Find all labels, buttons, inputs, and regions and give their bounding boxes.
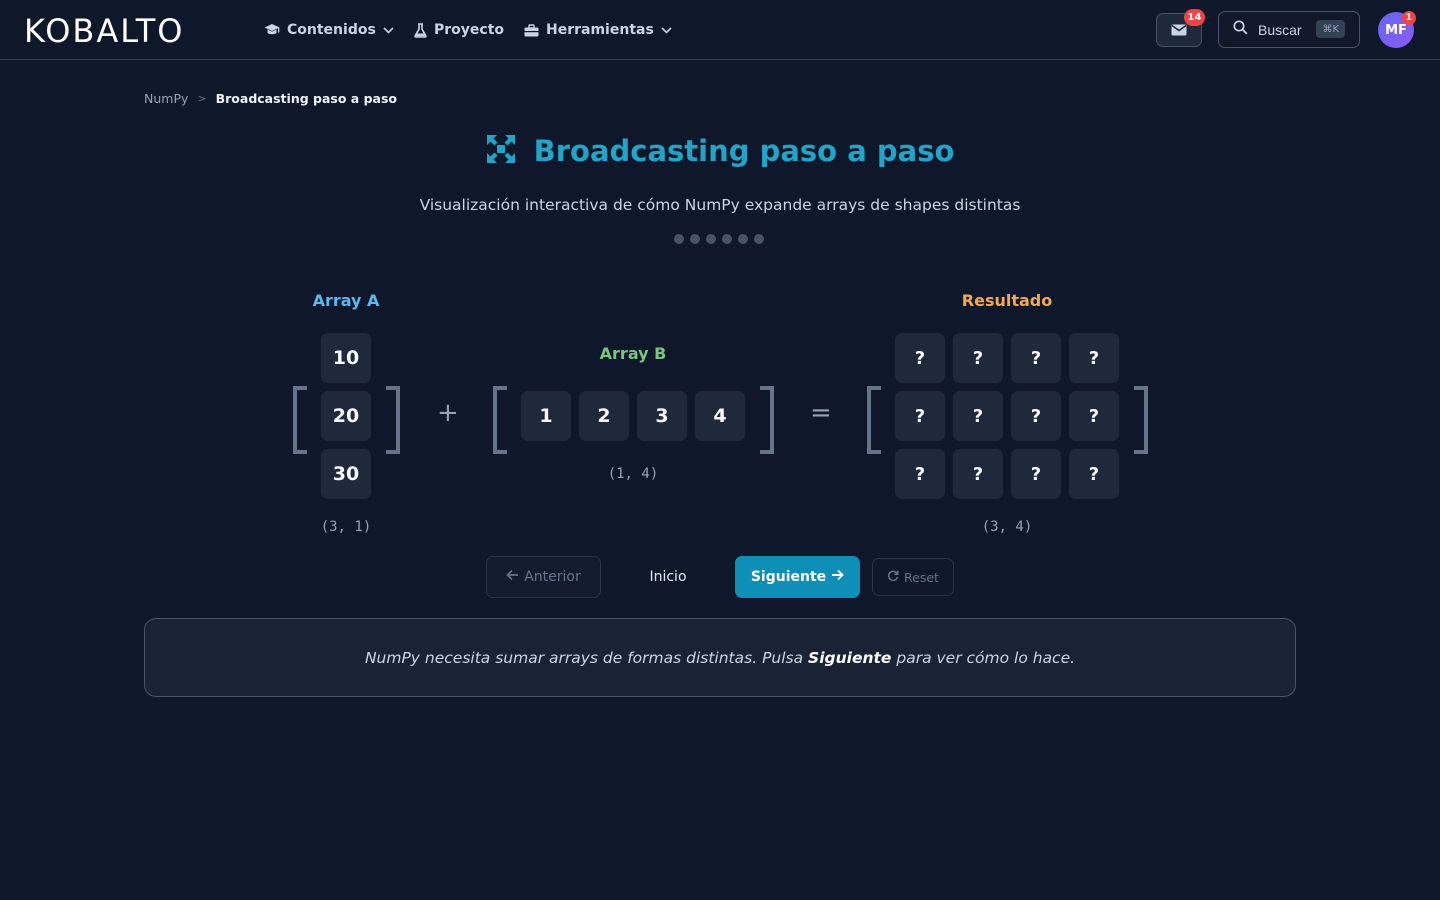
top-navbar: KOBALTO Contenidos Proyecto Herramientas… (0, 0, 1440, 60)
step-indicator (674, 234, 764, 244)
next-label: Siguiente (750, 569, 827, 585)
page-title: Broadcasting paso a paso (533, 134, 955, 168)
result-label: Resultado (961, 291, 1053, 310)
search-icon (1233, 20, 1248, 39)
step-dot[interactable] (706, 234, 716, 244)
search-label: Buscar (1258, 21, 1302, 38)
notification-badge: 1 (1402, 11, 1416, 25)
search-button[interactable]: Buscar ⌘K (1218, 11, 1360, 48)
nav-herramientas-label: Herramientas (546, 22, 654, 38)
logo[interactable]: KOBALTO (24, 12, 184, 50)
arrow-left-icon (506, 569, 519, 585)
nav-contenidos-label: Contenidos (287, 22, 376, 38)
array-a-cell: 10 (321, 333, 371, 383)
result-left-bracket (867, 386, 881, 454)
chevron-down-icon (661, 26, 672, 34)
chevron-down-icon (383, 26, 394, 34)
array-a-label: Array A (312, 291, 380, 310)
array-a-right-bracket (386, 386, 400, 454)
explanation-highlight: Siguiente (808, 648, 892, 667)
result-cell: ? (1011, 391, 1061, 441)
reset-button[interactable]: Reset (872, 558, 954, 596)
search-shortcut: ⌘K (1316, 20, 1345, 38)
next-button[interactable]: Siguiente (735, 556, 860, 598)
step-dot[interactable] (674, 234, 684, 244)
expand-arrows-icon (486, 134, 516, 168)
messages-button[interactable]: 14 (1156, 9, 1205, 47)
nav-proyecto-label: Proyecto (434, 22, 505, 38)
flask-icon (414, 22, 427, 38)
start-button[interactable]: Inicio (634, 556, 702, 598)
arrow-right-icon (831, 569, 844, 585)
nav-contenidos[interactable]: Contenidos (264, 19, 394, 41)
title-row: Broadcasting paso a paso (0, 134, 1440, 168)
result-shape: (3, 4) (981, 519, 1033, 535)
breadcrumb-numpy[interactable]: NumPy (144, 91, 188, 106)
plus-operator: + (437, 398, 459, 428)
array-b-shape: (1, 4) (607, 466, 659, 482)
graduation-cap-icon (264, 23, 280, 37)
previous-label: Anterior (524, 569, 581, 585)
array-b-left-bracket (493, 386, 507, 454)
result-right-bracket (1134, 386, 1148, 454)
messages-count-badge: 14 (1184, 9, 1205, 26)
breadcrumb-current: Broadcasting paso a paso (215, 91, 397, 106)
envelope-icon (1171, 21, 1187, 40)
equals-operator: = (810, 398, 832, 428)
refresh-icon (887, 570, 899, 585)
result-cell: ? (953, 449, 1003, 499)
previous-button[interactable]: Anterior (486, 556, 601, 598)
nav-herramientas[interactable]: Herramientas (524, 19, 672, 41)
result-cell: ? (1011, 333, 1061, 383)
array-b-cell: 1 (521, 391, 571, 441)
explanation-text-start: NumPy necesita sumar arrays de formas di… (364, 648, 809, 667)
array-b-cell: 4 (695, 391, 745, 441)
array-a-shape: (3, 1) (320, 519, 372, 535)
breadcrumb-separator: > (197, 92, 207, 105)
reset-label: Reset (904, 569, 939, 585)
array-b-cell: 2 (579, 391, 629, 441)
step-dot[interactable] (722, 234, 732, 244)
result-cell: ? (895, 391, 945, 441)
result-cell: ? (895, 449, 945, 499)
result-cell: ? (953, 333, 1003, 383)
result-cell: ? (895, 333, 945, 383)
avatar-initials: MF (1385, 22, 1407, 38)
array-b-right-bracket (760, 386, 774, 454)
array-a-left-bracket (293, 386, 307, 454)
explanation-text-end: para ver cómo lo hace. (891, 648, 1076, 667)
step-dot[interactable] (690, 234, 700, 244)
toolbox-icon (524, 23, 539, 37)
array-b-label: Array B (599, 344, 667, 363)
step-dot[interactable] (754, 234, 764, 244)
result-cell: ? (1069, 449, 1119, 499)
page-subtitle: Visualización interactiva de cómo NumPy … (419, 196, 1021, 214)
result-cell: ? (1069, 391, 1119, 441)
array-a-cell: 30 (321, 449, 371, 499)
user-avatar[interactable]: MF 1 (1378, 11, 1416, 48)
step-dot[interactable] (738, 234, 748, 244)
array-a-cell: 20 (321, 391, 371, 441)
result-cell: ? (1069, 333, 1119, 383)
breadcrumb: NumPy > Broadcasting paso a paso (144, 91, 397, 106)
array-b-cell: 3 (637, 391, 687, 441)
explanation-text: NumPy necesita sumar arrays de formas di… (365, 649, 1075, 667)
result-cell: ? (1011, 449, 1061, 499)
explanation-box: NumPy necesita sumar arrays de formas di… (144, 618, 1296, 697)
nav-proyecto[interactable]: Proyecto (414, 19, 504, 41)
result-cell: ? (953, 391, 1003, 441)
